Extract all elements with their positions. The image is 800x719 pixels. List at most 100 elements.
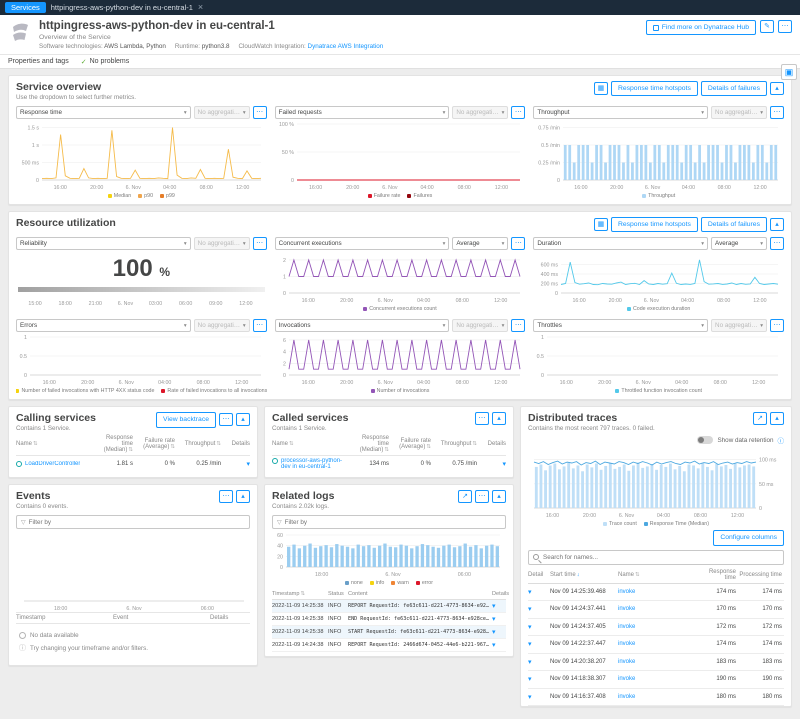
expand-row-icon[interactable]: ▾ <box>528 606 532 613</box>
expand-row-icon[interactable]: ▾ <box>528 641 532 648</box>
legend-item[interactable]: Response Time (Median) <box>644 521 709 527</box>
collapse-section-button[interactable]: ▴ <box>236 490 250 503</box>
chart-more-button[interactable]: ⋯ <box>770 319 784 332</box>
service-link[interactable]: LoadDriverController <box>25 461 80 467</box>
response-time-hotspots-button[interactable]: Response time hotspots <box>611 217 698 232</box>
expand-row-icon[interactable]: ▾ <box>492 642 496 649</box>
legend-item[interactable]: p90 <box>138 193 153 199</box>
column-header-response-time[interactable]: Response time (Median)⇅ <box>94 435 136 453</box>
collapse-section-button[interactable]: ▴ <box>770 412 784 425</box>
trace-name-link[interactable]: invoke <box>618 641 635 647</box>
metric-select[interactable]: Duration▾ <box>533 237 708 250</box>
logs-filter[interactable]: ▽ <box>272 515 506 529</box>
expand-row-icon[interactable]: ▾ <box>492 629 496 636</box>
collapse-section-button[interactable]: ▴ <box>492 490 506 503</box>
service-link[interactable]: processor-aws-python-dev in eu-central-1 <box>281 458 350 470</box>
expand-row-icon[interactable]: ▾ <box>502 461 506 468</box>
metric-select[interactable]: Throttles▾ <box>533 319 708 332</box>
expand-card-button[interactable]: ↗ <box>753 412 767 425</box>
info-icon[interactable]: ⓘ <box>778 435 785 445</box>
trace-name-link[interactable]: invoke <box>618 694 635 700</box>
tab-problems[interactable]: ✓No problems <box>81 55 130 68</box>
expand-row-icon[interactable]: ▾ <box>528 676 532 683</box>
chart-more-button[interactable]: ⋯ <box>511 237 525 250</box>
column-header-timestamp[interactable]: Timestamp <box>16 615 113 621</box>
column-header-throughput[interactable]: Throughput⇅ <box>178 441 224 447</box>
chart-more-button[interactable]: ⋯ <box>511 106 525 119</box>
details-of-failures-button[interactable]: Details of failures <box>701 81 767 96</box>
column-header-start-time[interactable]: Start time↓ <box>550 572 618 578</box>
chart-more-button[interactable]: ⋯ <box>253 319 267 332</box>
legend-item[interactable]: p99 <box>160 193 175 199</box>
legend-item[interactable]: Trace count <box>603 521 637 527</box>
column-header-failure-rate[interactable]: Failure rate (Average)⇅ <box>392 438 434 450</box>
column-header-throughput[interactable]: Throughput⇅ <box>434 441 480 447</box>
column-header-name[interactable]: Name⇅ <box>16 441 94 447</box>
events-timeline-plot[interactable]: 18:006. Nov06:00 <box>16 532 250 612</box>
card-more-button[interactable]: ⋯ <box>475 412 489 425</box>
more-options-button[interactable]: ⋯ <box>778 20 792 33</box>
errors-plot[interactable]: 10.5016:0020:006. Nov04:0008:0012:00Numb… <box>16 334 267 396</box>
expand-row-icon[interactable]: ▾ <box>528 624 532 631</box>
legend-item[interactable]: Throttled function invocation count <box>615 388 702 394</box>
chart-more-button[interactable]: ⋯ <box>770 237 784 250</box>
aws-integration-link[interactable]: Dynatrace AWS Integration <box>308 43 384 50</box>
view-backtrace-button[interactable]: View backtrace <box>156 412 216 427</box>
collapse-section-button[interactable]: ▴ <box>236 413 250 426</box>
events-filter-input[interactable] <box>29 519 245 526</box>
hub-button[interactable]: Find more on Dynatrace Hub <box>646 20 756 35</box>
trace-name-link[interactable]: invoke <box>618 624 635 630</box>
metric-select[interactable]: Reliability▾ <box>16 237 191 250</box>
collapse-section-button[interactable]: ▴ <box>770 82 784 95</box>
chart-more-button[interactable]: ⋯ <box>253 237 267 250</box>
legend-item[interactable]: Concurrent executions count <box>363 306 436 312</box>
throughput-plot[interactable]: 0.75 /min0.5 /min0.25 /min016:0020:006. … <box>533 121 784 201</box>
legend-item[interactable]: error <box>416 580 433 586</box>
trace-name-link[interactable]: invoke <box>618 606 635 612</box>
throttles-plot[interactable]: 10.5016:0020:006. Nov04:0008:0012:00Thro… <box>533 334 784 396</box>
column-header-status[interactable]: Status <box>328 591 348 597</box>
legend-item[interactable]: Code execution duration <box>627 306 690 312</box>
legend-item[interactable]: info <box>370 580 385 586</box>
card-more-button[interactable]: ⋯ <box>475 490 489 503</box>
logs-histogram-plot[interactable]: 604020018:006. Nov06:00noneinfowarnerror <box>272 532 506 588</box>
expand-row-icon[interactable]: ▾ <box>492 616 496 623</box>
legend-item[interactable]: warn <box>391 580 408 586</box>
legend-item[interactable]: Failure rate <box>368 193 401 199</box>
legend-item[interactable]: Number of failed invocations with HTTP 4… <box>16 388 154 394</box>
trace-search-input[interactable] <box>543 554 779 561</box>
expand-row-icon[interactable]: ▾ <box>246 461 250 468</box>
expand-row-icon[interactable]: ▾ <box>528 694 532 701</box>
metric-select[interactable]: Errors▾ <box>16 319 191 332</box>
card-more-button[interactable]: ⋯ <box>219 490 233 503</box>
expand-row-icon[interactable]: ▾ <box>528 659 532 666</box>
legend-item[interactable]: Rate of failed invocations to all invoca… <box>161 388 266 394</box>
data-retention-toggle[interactable] <box>697 436 713 444</box>
chart-more-button[interactable]: ⋯ <box>253 106 267 119</box>
trace-name-link[interactable]: invoke <box>618 589 635 595</box>
edit-button[interactable]: ✎ <box>760 20 774 33</box>
legend-item[interactable]: Median <box>108 193 131 199</box>
duration-plot[interactable]: 600 ms400 ms200 ms016:0020:006. Nov04:00… <box>533 252 784 314</box>
details-of-failures-button[interactable]: Details of failures <box>701 217 767 232</box>
close-icon[interactable]: × <box>198 3 203 12</box>
column-header-response-time[interactable]: Response time (Median)⇅ <box>350 435 392 453</box>
configure-columns-button[interactable]: Configure columns <box>713 530 784 545</box>
failed-requests-plot[interactable]: 100 %50 %016:0020:006. Nov04:0008:0012:0… <box>275 121 526 201</box>
column-header-name[interactable]: Name⇅ <box>618 572 696 578</box>
events-filter[interactable]: ▽ <box>16 515 250 529</box>
metric-select[interactable]: Concurrent executions▾ <box>275 237 450 250</box>
legend-item[interactable]: Failures <box>407 193 432 199</box>
column-header-response-time[interactable]: Response time <box>696 569 738 581</box>
tab-properties-and-tags[interactable]: Properties and tags <box>8 55 69 68</box>
legend-item[interactable]: none <box>345 580 363 586</box>
chart-more-button[interactable]: ⋯ <box>770 106 784 119</box>
collapse-section-button[interactable]: ▴ <box>770 218 784 231</box>
hotspot-grid-icon-button[interactable]: ▦ <box>594 82 608 95</box>
chart-more-button[interactable]: ⋯ <box>511 319 525 332</box>
column-header-processing-time[interactable]: Processing time <box>738 572 784 578</box>
trace-search[interactable] <box>528 550 784 565</box>
invocations-plot[interactable]: 642016:0020:006. Nov04:0008:0012:00Numbe… <box>275 334 526 396</box>
hotspot-grid-icon-button[interactable]: ▦ <box>594 218 608 231</box>
column-header-event[interactable]: Event <box>113 615 210 621</box>
